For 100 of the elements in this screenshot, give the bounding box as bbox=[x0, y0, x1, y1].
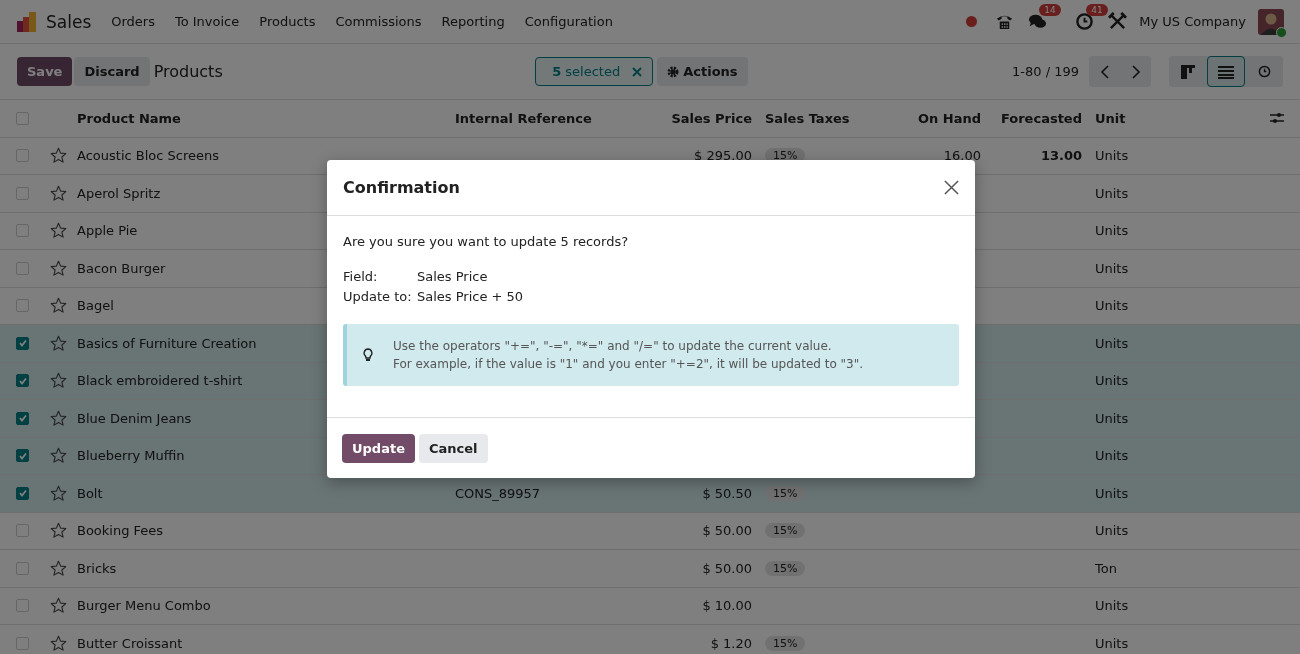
message-count-badge: 14 bbox=[1039, 4, 1061, 16]
row-checkbox[interactable] bbox=[16, 374, 29, 388]
unit-of-measure: Ton bbox=[1095, 560, 1117, 576]
star-icon[interactable] bbox=[50, 334, 67, 352]
unit-of-measure: Units bbox=[1095, 185, 1129, 201]
dialog-message: Are you sure you want to update 5 records? bbox=[343, 234, 630, 249]
page-title: Products bbox=[153, 62, 223, 81]
row-checkbox[interactable] bbox=[16, 449, 29, 463]
app-logo-icon[interactable] bbox=[16, 10, 38, 33]
info-text: Use the operators "+=", "-=", "*=" and "/=" to update the current value. bbox=[393, 339, 833, 353]
menu-item[interactable]: To Invoice bbox=[164, 14, 250, 29]
column-header[interactable]: Product Name bbox=[77, 110, 181, 126]
product-name: Acoustic Bloc Screens bbox=[77, 148, 219, 164]
star-icon[interactable] bbox=[50, 409, 67, 427]
star-icon[interactable] bbox=[50, 634, 67, 652]
star-icon[interactable] bbox=[50, 372, 67, 390]
menu-item[interactable]: Configuration bbox=[514, 14, 623, 29]
discard-button[interactable]: Discard bbox=[74, 57, 150, 86]
user-avatar[interactable] bbox=[1258, 8, 1284, 35]
product-name: Bricks bbox=[77, 560, 117, 576]
unit-of-measure: Units bbox=[1095, 148, 1129, 164]
menu-item[interactable]: Orders bbox=[101, 14, 165, 29]
sales-price: $ 50.00 bbox=[702, 523, 752, 539]
menu-item[interactable]: Products bbox=[249, 14, 326, 29]
update-button[interactable]: Update bbox=[342, 434, 415, 463]
column-header[interactable]: On Hand bbox=[917, 110, 981, 126]
unit-of-measure: Units bbox=[1095, 598, 1129, 614]
chevron-right-icon bbox=[1130, 64, 1141, 79]
star-icon[interactable] bbox=[50, 184, 67, 202]
unit-of-measure: Units bbox=[1095, 373, 1129, 389]
product-name: Burger Menu Combo bbox=[77, 598, 211, 614]
save-button[interactable]: Save bbox=[17, 57, 73, 86]
star-icon[interactable] bbox=[50, 597, 67, 615]
actions-button[interactable]: Actions bbox=[657, 57, 748, 86]
gear-icon bbox=[667, 65, 680, 78]
clock-icon[interactable] bbox=[1075, 12, 1095, 31]
product-name: Booking Fees bbox=[77, 523, 164, 539]
company-name[interactable]: My US Company bbox=[1139, 14, 1246, 29]
list-view-button[interactable] bbox=[1207, 56, 1245, 87]
lightbulb-icon bbox=[363, 348, 373, 362]
unit-of-measure: Units bbox=[1095, 485, 1129, 501]
sales-price: $ 50.50 bbox=[702, 485, 752, 501]
chevron-left-icon bbox=[1099, 64, 1110, 79]
field-label: Update to: bbox=[343, 289, 413, 304]
unit-of-measure: Units bbox=[1095, 335, 1129, 351]
status-dot[interactable] bbox=[966, 16, 978, 27]
star-icon[interactable] bbox=[50, 259, 67, 277]
unit-of-measure: Units bbox=[1095, 260, 1129, 276]
column-header[interactable]: Internal Reference bbox=[455, 110, 592, 126]
column-settings-icon[interactable] bbox=[1270, 112, 1284, 125]
column-header[interactable]: Unit bbox=[1095, 110, 1126, 126]
app-name[interactable]: Sales bbox=[46, 11, 92, 32]
chat-icon[interactable] bbox=[1028, 12, 1048, 31]
tax-tag: 15% bbox=[765, 523, 806, 539]
column-header[interactable]: Sales Price bbox=[671, 110, 752, 126]
unit-of-measure: Units bbox=[1095, 448, 1129, 464]
product-name: Basics of Furniture Creation bbox=[77, 335, 257, 351]
sales-price: $ 50.00 bbox=[702, 560, 752, 576]
on-hand-quantity: 16.00 bbox=[943, 148, 981, 164]
sales-price: $ 295.00 bbox=[694, 148, 752, 164]
product-name: Apple Pie bbox=[77, 223, 138, 239]
unit-of-measure: Units bbox=[1095, 223, 1129, 239]
menu-item[interactable]: Commissions bbox=[325, 14, 432, 29]
row-checkbox[interactable] bbox=[16, 486, 29, 500]
row-checkbox[interactable] bbox=[16, 336, 29, 350]
column-header[interactable]: Sales Taxes bbox=[765, 110, 850, 126]
cancel-button[interactable]: Cancel bbox=[419, 434, 488, 463]
select-all-checkbox[interactable] bbox=[16, 111, 29, 125]
activity-count-badge: 41 bbox=[1086, 4, 1108, 16]
star-icon[interactable] bbox=[50, 147, 67, 165]
field-label: Field: bbox=[343, 269, 379, 284]
unit-of-measure: Units bbox=[1095, 298, 1129, 314]
tools-icon[interactable] bbox=[1108, 12, 1128, 31]
selection-count: 5 selected bbox=[552, 64, 621, 79]
list-icon bbox=[1218, 64, 1234, 79]
forecasted-quantity: 13.00 bbox=[1040, 148, 1082, 164]
star-icon[interactable] bbox=[50, 484, 67, 502]
tax-tag: 15% bbox=[765, 635, 806, 651]
star-icon[interactable] bbox=[50, 447, 67, 465]
close-icon[interactable] bbox=[944, 180, 959, 195]
star-icon[interactable] bbox=[50, 222, 67, 240]
tax-tag: 15% bbox=[765, 560, 806, 576]
star-icon[interactable] bbox=[50, 559, 67, 577]
pager-text: 1-80 / 199 bbox=[1012, 64, 1079, 79]
sales-price: $ 1.20 bbox=[710, 635, 752, 651]
kanban-icon bbox=[1181, 64, 1195, 79]
clear-selection-icon[interactable] bbox=[632, 66, 643, 77]
product-name: Aperol Spritz bbox=[77, 185, 161, 201]
column-header[interactable]: Forecasted bbox=[1000, 110, 1082, 126]
star-icon[interactable] bbox=[50, 297, 67, 315]
product-name: Blueberry Muffin bbox=[77, 448, 185, 464]
clock-icon bbox=[1257, 65, 1271, 78]
field-value: Sales Price + 50 bbox=[417, 289, 525, 304]
menu-item[interactable]: Reporting bbox=[431, 14, 515, 29]
unit-of-measure: Units bbox=[1095, 410, 1129, 426]
product-name: Butter Croissant bbox=[77, 635, 183, 651]
field-value: Sales Price bbox=[417, 269, 489, 284]
star-icon[interactable] bbox=[50, 522, 67, 540]
row-checkbox[interactable] bbox=[16, 411, 29, 425]
product-name: Blue Denim Jeans bbox=[77, 410, 192, 426]
